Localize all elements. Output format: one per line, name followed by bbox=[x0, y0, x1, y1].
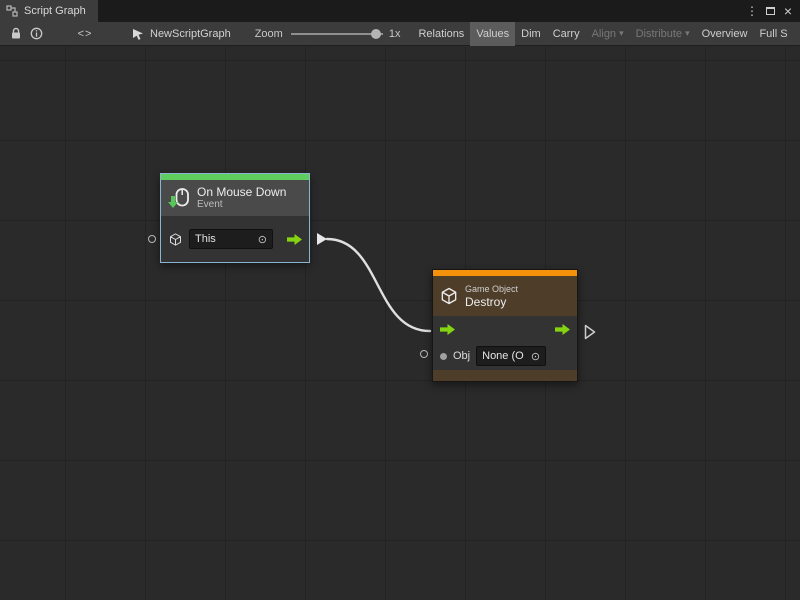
graph-canvas[interactable]: On Mouse Down Event This ⊙ bbox=[0, 47, 800, 600]
close-icon[interactable]: × bbox=[780, 0, 796, 22]
object-port-label: Obj bbox=[453, 350, 470, 362]
destroy-node-footer bbox=[433, 370, 577, 381]
destroy-object-input-port[interactable] bbox=[420, 350, 428, 358]
dim-button[interactable]: Dim bbox=[515, 22, 547, 46]
relations-button[interactable]: Relations bbox=[412, 22, 470, 46]
zoom-slider[interactable] bbox=[291, 22, 383, 46]
node-on-mouse-down[interactable]: On Mouse Down Event This ⊙ bbox=[160, 173, 310, 263]
zoom-slider-track[interactable] bbox=[291, 33, 383, 35]
cube-icon bbox=[168, 232, 183, 247]
object-field[interactable]: None (O ⊙ bbox=[476, 346, 546, 366]
code-view-icon[interactable]: <> bbox=[74, 28, 96, 40]
zoom-label: Zoom bbox=[255, 28, 283, 40]
destroy-flow-row bbox=[433, 316, 577, 342]
event-node-subtitle: Event bbox=[197, 199, 286, 211]
script-graph-icon bbox=[6, 5, 18, 17]
zoom-value: 1x bbox=[389, 28, 401, 40]
target-picker-icon: ⊙ bbox=[258, 233, 267, 246]
destroy-node-header[interactable]: Game Object Destroy bbox=[433, 276, 577, 316]
target-picker-icon: ⊙ bbox=[531, 350, 540, 363]
distribute-button: Distribute ▾ bbox=[630, 22, 696, 46]
event-node-title: On Mouse Down bbox=[197, 185, 286, 199]
connection-layer bbox=[0, 47, 800, 600]
flow-output-port[interactable] bbox=[287, 234, 302, 245]
tab-script-graph[interactable]: Script Graph bbox=[0, 0, 98, 22]
event-node-body: This ⊙ bbox=[161, 216, 309, 262]
tab-title: Script Graph bbox=[24, 5, 86, 17]
cube-icon bbox=[439, 286, 459, 306]
window-controls: ⋮ × bbox=[744, 0, 800, 22]
values-button[interactable]: Values bbox=[470, 22, 515, 46]
info-icon[interactable] bbox=[26, 27, 46, 40]
distribute-label: Distribute bbox=[636, 28, 682, 40]
overview-button[interactable]: Overview bbox=[696, 22, 754, 46]
pointer-icon bbox=[132, 28, 144, 40]
destroy-object-row: Obj None (O ⊙ bbox=[433, 342, 577, 370]
lock-icon[interactable] bbox=[6, 27, 26, 40]
flow-input-port[interactable] bbox=[440, 324, 455, 335]
connection-wire[interactable] bbox=[327, 239, 430, 331]
destroy-node-category: Game Object bbox=[465, 284, 518, 295]
event-node-header[interactable]: On Mouse Down Event bbox=[161, 180, 309, 216]
graph-name: NewScriptGraph bbox=[150, 28, 231, 40]
mouse-down-icon bbox=[167, 186, 191, 210]
fullscreen-button[interactable]: Full S bbox=[753, 22, 793, 46]
destroy-node-title: Destroy bbox=[465, 295, 518, 309]
align-button: Align ▾ bbox=[586, 22, 630, 46]
target-field-value: This bbox=[195, 233, 216, 245]
flow-output-port[interactable] bbox=[555, 324, 570, 335]
event-flow-output-marker[interactable] bbox=[317, 233, 327, 245]
graph-breadcrumb[interactable]: NewScriptGraph bbox=[132, 28, 231, 40]
object-field-value: None (O bbox=[482, 350, 524, 362]
object-port-dot[interactable] bbox=[440, 353, 447, 360]
window-titlebar: Script Graph ⋮ × bbox=[0, 0, 800, 22]
event-target-input-port[interactable] bbox=[148, 235, 156, 243]
destroy-flow-output-marker[interactable] bbox=[584, 324, 596, 340]
maximize-icon[interactable] bbox=[762, 0, 778, 22]
node-destroy[interactable]: Game Object Destroy Obj None (O ⊙ bbox=[432, 269, 578, 382]
maximize-glyph bbox=[766, 7, 775, 15]
window-menu-icon[interactable]: ⋮ bbox=[744, 0, 760, 22]
align-label: Align bbox=[592, 28, 616, 40]
chevron-down-icon: ▾ bbox=[619, 28, 624, 39]
toolbar-buttons: Relations Values Dim Carry Align ▾ Distr… bbox=[412, 22, 793, 46]
carry-button[interactable]: Carry bbox=[547, 22, 586, 46]
zoom-slider-handle[interactable] bbox=[371, 29, 381, 39]
chevron-down-icon: ▾ bbox=[685, 28, 690, 39]
graph-toolbar: <> NewScriptGraph Zoom 1x Relations Valu… bbox=[0, 22, 800, 46]
target-field[interactable]: This ⊙ bbox=[189, 229, 273, 249]
